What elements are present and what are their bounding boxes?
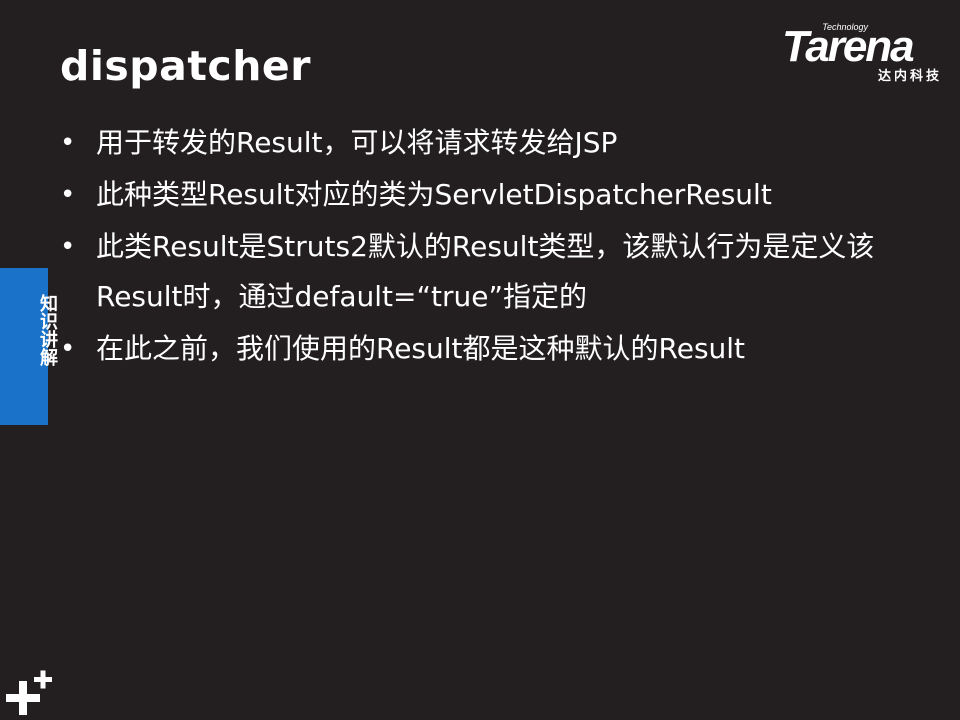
bullet-text: 此种类型Result对应的类为ServletDispatcherResult bbox=[96, 178, 772, 211]
bullet-item: • 此种类型Result对应的类为ServletDispatcherResult bbox=[60, 170, 920, 220]
bullet-text: 此类Result是Struts2默认的Result类型，该默认行为是定义该Res… bbox=[96, 230, 875, 313]
bullet-dot-icon: • bbox=[60, 334, 76, 364]
bullet-dot-icon: • bbox=[60, 232, 76, 262]
side-tab-label: 知识讲解 bbox=[37, 294, 58, 366]
bullet-dot-icon: • bbox=[60, 128, 76, 158]
bullet-dot-icon: • bbox=[60, 180, 76, 210]
plus-icon bbox=[6, 670, 52, 715]
slide-title: dispatcher bbox=[60, 42, 311, 90]
tarena-logo: Technology Tarena 达内科技 bbox=[780, 22, 948, 84]
bullet-text: 在此之前，我们使用的Result都是这种默认的Result bbox=[96, 332, 746, 365]
side-tab: 知识讲解 bbox=[0, 268, 58, 425]
logo-chinese-text: 达内科技 bbox=[877, 69, 942, 84]
bullet-item: • 用于转发的Result，可以将请求转发给JSP bbox=[60, 118, 920, 168]
bullet-item: • 此类Result是Struts2默认的Result类型，该默认行为是定义该R… bbox=[60, 222, 920, 322]
bullet-list: • 用于转发的Result，可以将请求转发给JSP • 此种类型Result对应… bbox=[60, 118, 920, 376]
bullet-text: 用于转发的Result，可以将请求转发给JSP bbox=[96, 126, 618, 159]
bullet-item: • 在此之前，我们使用的Result都是这种默认的Result bbox=[60, 324, 920, 374]
